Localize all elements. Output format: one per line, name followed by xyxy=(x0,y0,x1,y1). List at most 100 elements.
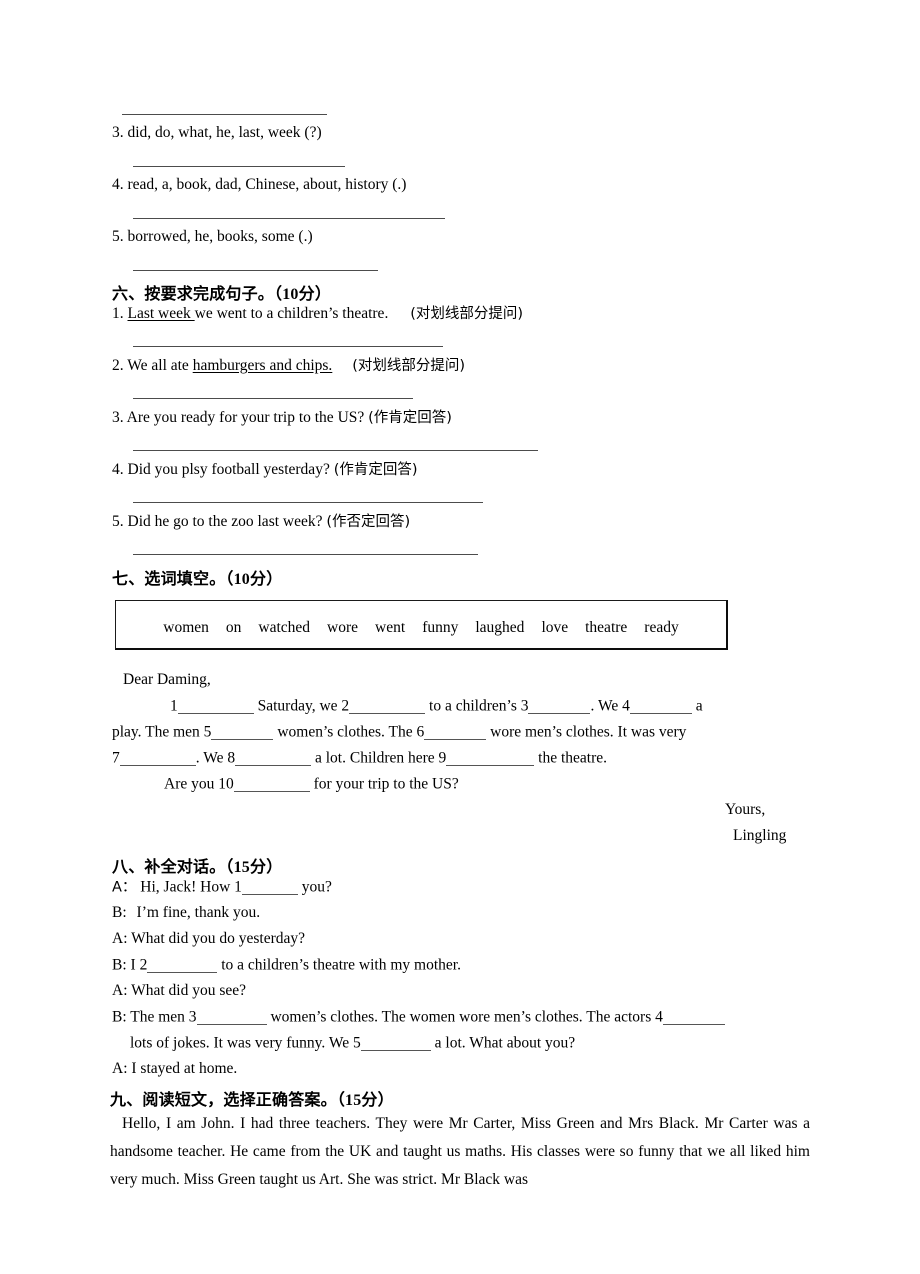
letter-text: a lot. Children here 9 xyxy=(315,749,447,767)
item-text: read, a, book, dad, Chinese, about, hist… xyxy=(127,176,407,193)
section-seven-heading: 七、选词填空。（10分） xyxy=(112,565,282,589)
word-bank-item[interactable]: went xyxy=(375,619,405,637)
dialogue-text: women’s clothes. The women wore men’s cl… xyxy=(270,1008,663,1026)
section-eight-heading-label: 八、补全对话。 xyxy=(112,857,226,876)
fill-blank-7[interactable] xyxy=(119,750,196,766)
letter-text: . We 4 xyxy=(590,697,630,715)
answer-rule-five-5[interactable] xyxy=(133,270,378,271)
word-bank-item[interactable]: laughed xyxy=(475,619,524,637)
underlined-phrase: hamburgers and chips. xyxy=(192,357,333,374)
item-number: 4. xyxy=(112,461,124,478)
section-nine-heading-points: （15分） xyxy=(336,1092,394,1109)
fill-blank-d4[interactable] xyxy=(662,1009,725,1025)
fill-blank-4[interactable] xyxy=(629,698,692,714)
sign-off-text: Yours, xyxy=(725,801,766,818)
item-number: 3. xyxy=(112,409,124,426)
fill-blank-d1[interactable] xyxy=(241,879,298,895)
word-bank-box: women on watched wore went funny laughed love th… xyxy=(115,600,728,650)
dialogue-text: you? xyxy=(301,878,332,896)
fill-blank-5[interactable] xyxy=(211,724,274,740)
dialogue-text: The men 3 xyxy=(130,1008,197,1026)
fill-blank-d2[interactable] xyxy=(147,957,218,973)
fill-blank-1[interactable] xyxy=(177,698,254,714)
item-text: Are you ready for your trip to the US? xyxy=(126,409,365,426)
answer-rule-six-3[interactable] xyxy=(133,450,538,451)
section-seven-heading-points: （10分） xyxy=(225,571,283,588)
underlined-phrase: Last week xyxy=(127,305,195,322)
letter-line-2: play. The men 5 women’s clothes. The 6 w… xyxy=(112,724,686,740)
letter-text: . We 8 xyxy=(195,749,236,767)
dialogue-text: I stayed at home. xyxy=(131,1060,238,1077)
reading-passage: Hello, I am John. I had three teachers. … xyxy=(110,1110,810,1194)
letter-text: Saturday, we 2 xyxy=(257,697,350,715)
word-bank-item[interactable]: watched xyxy=(258,619,310,637)
fill-blank-8[interactable] xyxy=(235,750,312,766)
fill-blank-d3[interactable] xyxy=(196,1009,267,1025)
dialogue-text: What did you see? xyxy=(131,982,247,999)
dialogue-text: a lot. What about you? xyxy=(434,1034,576,1052)
item-number: 3. xyxy=(112,124,124,141)
letter-text: 7 xyxy=(112,749,120,767)
word-bank-item[interactable]: women xyxy=(163,619,209,637)
dialogue-text: What did you do yesterday? xyxy=(131,930,305,947)
section-eight-heading: 八、补全对话。（15分） xyxy=(112,853,282,877)
dialogue-text: I 2 xyxy=(130,956,148,974)
item-text: We all ate xyxy=(127,357,193,374)
item-instruction: (对划线部分提问) xyxy=(352,358,466,374)
word-bank-item[interactable]: love xyxy=(541,619,568,637)
dialogue-line-6: B: The men 3 women’s clothes. The women … xyxy=(112,1009,725,1025)
answer-rule-six-2[interactable] xyxy=(133,398,413,399)
fill-blank-d5[interactable] xyxy=(360,1035,431,1051)
fill-blank-9[interactable] xyxy=(446,750,535,766)
dialogue-text: lots of jokes. It was very funny. We 5 xyxy=(130,1034,361,1052)
blank-label-1: 1 xyxy=(170,697,178,715)
speaker-label: A： xyxy=(112,879,137,896)
section-five-item-3: 3. did, do, what, he, last, week (?) xyxy=(112,125,322,141)
word-bank-item[interactable]: on xyxy=(226,619,242,637)
section-seven-heading-label: 七、选词填空。 xyxy=(112,569,226,588)
dialogue-line-2: B: I’m fine, thank you. xyxy=(112,905,260,921)
answer-rule-six-5[interactable] xyxy=(133,554,478,555)
section-six-heading-points: （10分） xyxy=(274,286,332,303)
letter-salutation: Dear Daming, xyxy=(123,672,211,688)
dialogue-text: I’m fine, thank you. xyxy=(136,904,261,921)
letter-text: women’s clothes. The 6 xyxy=(277,723,425,741)
item-number: 2. xyxy=(112,357,124,374)
answer-rule-five-2[interactable] xyxy=(122,114,327,115)
item-text: Did he go to the zoo last week? xyxy=(127,513,323,530)
section-eight-heading-points: （15分） xyxy=(225,859,283,876)
word-bank-item[interactable]: wore xyxy=(327,619,358,637)
answer-rule-five-3[interactable] xyxy=(133,166,345,167)
salutation-text: Dear Daming, xyxy=(123,671,211,688)
item-instruction: (对划线部分提问) xyxy=(410,306,524,322)
item-number: 4. xyxy=(112,176,124,193)
section-five-item-4: 4. read, a, book, dad, Chinese, about, h… xyxy=(112,177,406,193)
word-bank-item[interactable]: funny xyxy=(422,619,458,637)
speaker-label: B: xyxy=(112,904,127,921)
speaker-label: A: xyxy=(112,982,128,999)
fill-blank-10[interactable] xyxy=(233,776,310,792)
item-instruction: (作肯定回答) xyxy=(333,462,418,478)
fill-blank-2[interactable] xyxy=(349,698,426,714)
word-bank-item[interactable]: theatre xyxy=(585,619,627,637)
fill-blank-6[interactable] xyxy=(424,724,487,740)
dialogue-line-4: B: I 2 to a children’s theatre with my m… xyxy=(112,957,461,973)
letter-signature: Lingling xyxy=(733,828,786,844)
letter-text: play. The men 5 xyxy=(112,723,212,741)
letter-text: the theatre. xyxy=(538,749,608,767)
speaker-label: A: xyxy=(112,930,128,947)
dialogue-line-8: A: I stayed at home. xyxy=(112,1061,237,1077)
dialogue-line-3: A: What did you do yesterday? xyxy=(112,931,305,947)
letter-sign-off: Yours, xyxy=(725,802,765,818)
letter-text: a xyxy=(695,697,703,715)
answer-rule-five-4[interactable] xyxy=(133,218,445,219)
word-bank-item[interactable]: ready xyxy=(644,619,678,637)
letter-text: wore men’s clothes. It was very xyxy=(490,723,687,741)
letter-line-3: 7 . We 8 a lot. Children here 9 the theat… xyxy=(112,750,607,766)
section-six-heading: 六、按要求完成句子。（10分） xyxy=(112,280,331,304)
answer-rule-six-1[interactable] xyxy=(133,346,443,347)
answer-rule-six-4[interactable] xyxy=(133,502,483,503)
speaker-label: B: xyxy=(112,1008,127,1026)
signature-text: Lingling xyxy=(733,827,787,844)
fill-blank-3[interactable] xyxy=(528,698,591,714)
